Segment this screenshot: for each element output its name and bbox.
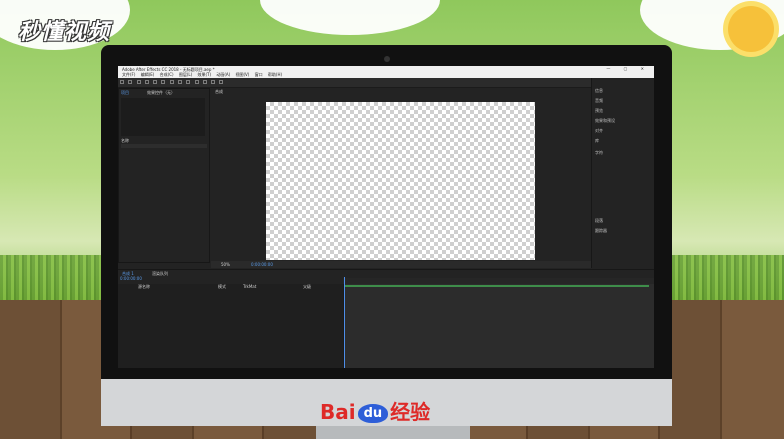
menu-view[interactable]: 视图(V): [235, 72, 249, 77]
viewer-controls: 50% 0:00:00:00: [211, 261, 591, 268]
camera-tool-icon[interactable]: [153, 80, 158, 84]
tab-composition[interactable]: 合成: [215, 89, 223, 95]
menu-animation[interactable]: 动画(A): [216, 72, 230, 77]
hand-tool-icon[interactable]: [128, 80, 133, 84]
menu-help[interactable]: 帮助(H): [268, 72, 282, 77]
window-controls[interactable]: — ▢ ✕: [606, 66, 650, 71]
menu-window[interactable]: 窗口: [255, 72, 263, 77]
after-effects-window: Adobe After Effects CC 2018 - 无标题项目.aep …: [118, 66, 654, 368]
timeline-panel: 合成 1 渲染队列 0:00:00:00 源名称 模式 TrkMat 父级: [118, 269, 654, 368]
panel-tracker[interactable]: 跟踪器: [595, 228, 607, 234]
zoom-level[interactable]: 50%: [221, 262, 230, 267]
viewer-timecode[interactable]: 0:00:00:00: [251, 262, 273, 267]
column-parent: 父级: [303, 284, 311, 289]
sun-icon: [728, 6, 774, 52]
tab-effect-controls[interactable]: 效果控件（无）: [147, 90, 175, 96]
panel-effects-presets[interactable]: 效果和预设: [595, 118, 615, 124]
timeline-track-area[interactable]: [343, 284, 654, 368]
text-tool-icon[interactable]: [186, 80, 191, 84]
menu-file[interactable]: 文件(F): [122, 72, 135, 77]
column-trkmat: TrkMat: [243, 284, 257, 289]
brush-tool-icon[interactable]: [194, 80, 199, 84]
camera-icon: [384, 56, 390, 62]
pen-tool-icon[interactable]: [177, 80, 182, 84]
playhead[interactable]: [344, 277, 345, 368]
brand-du-paw-icon: du: [357, 404, 389, 423]
layer-list: 源名称 模式 TrkMat 父级: [118, 284, 343, 368]
panel-audio[interactable]: 音频: [595, 98, 603, 104]
project-panel: 项目 效果控件（无） 名称: [118, 88, 210, 263]
panel-paragraph[interactable]: 段落: [595, 218, 603, 224]
menu-layer[interactable]: 图层(L): [179, 72, 192, 77]
tab-project[interactable]: 项目: [121, 90, 129, 96]
panel-character[interactable]: 字符: [595, 150, 603, 156]
project-thumbnail: [121, 98, 205, 136]
shape-tool-icon[interactable]: [169, 80, 174, 84]
rotate-tool-icon[interactable]: [144, 80, 149, 84]
puppet-tool-icon[interactable]: [219, 80, 224, 84]
work-area-bar[interactable]: [344, 285, 649, 287]
brand-bai: Bai: [320, 400, 356, 424]
brand-jingyan: 经验: [390, 400, 431, 424]
selection-tool-icon[interactable]: [120, 80, 124, 84]
panel-preview[interactable]: 预览: [595, 108, 603, 114]
baidu-jingyan-logo: Bai du 经验: [320, 396, 430, 425]
timeline-timecode[interactable]: 0:00:00:00: [120, 276, 142, 281]
column-mode: 模式: [218, 284, 226, 289]
right-panel: 信息 音频 预览 效果和预设 对齐 库 字符 段落 跟踪器: [591, 78, 654, 268]
pan-tool-icon[interactable]: [161, 80, 166, 84]
panel-libraries[interactable]: 库: [595, 138, 599, 144]
column-source-name: 源名称: [138, 284, 150, 289]
watermark-logo: 秒懂视频: [18, 20, 111, 45]
menu-edit[interactable]: 编辑(E): [141, 72, 155, 77]
composition-canvas[interactable]: [266, 102, 535, 260]
project-item-row[interactable]: [121, 144, 207, 148]
tab-render-queue[interactable]: 渲染队列: [152, 271, 168, 277]
panel-align[interactable]: 对齐: [595, 128, 603, 134]
zoom-tool-icon[interactable]: [136, 80, 141, 84]
monitor-stand: [316, 426, 470, 439]
tools-toolbar: [118, 78, 654, 88]
menu-composition[interactable]: 合成(C): [160, 72, 174, 77]
eraser-tool-icon[interactable]: [211, 80, 216, 84]
stamp-tool-icon[interactable]: [202, 80, 207, 84]
menu-effect[interactable]: 效果(T): [197, 72, 211, 77]
panel-info[interactable]: 信息: [595, 88, 603, 94]
